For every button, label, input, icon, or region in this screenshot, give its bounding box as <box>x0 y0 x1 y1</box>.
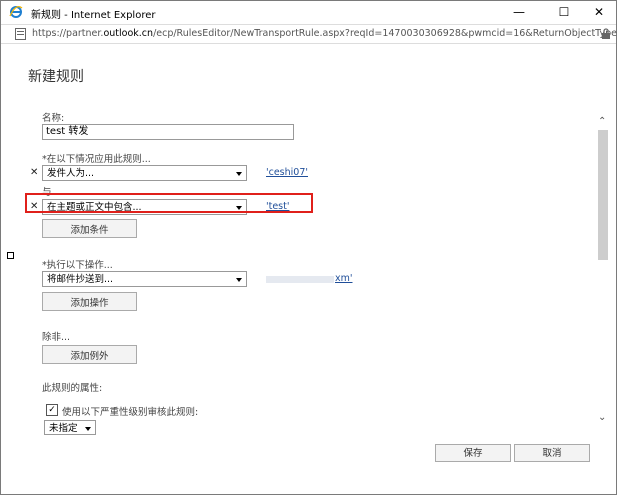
scroll-down-icon[interactable]: ⌄ <box>598 412 606 423</box>
chevron-down-icon <box>236 278 242 282</box>
audit-checkbox[interactable]: ✓ <box>46 404 58 416</box>
name-input[interactable]: test 转发 <box>42 124 294 140</box>
url-path: /ecp/RulesEditor/NewTransportRule.aspx?r… <box>153 28 617 39</box>
minimize-icon[interactable]: — <box>502 1 536 23</box>
apply-label: *在以下情况应用此规则... <box>42 154 151 165</box>
highlight-annotation <box>25 193 313 213</box>
properties-label: 此规则的属性: <box>42 383 103 394</box>
name-label: 名称: <box>42 113 65 124</box>
address-url[interactable]: https://partner.outlook.cn/ecp/RulesEdit… <box>32 28 617 39</box>
condition-1-select-value: 发件人为... <box>47 168 95 179</box>
chevron-down-icon <box>85 427 91 431</box>
maximize-icon[interactable]: ☐ <box>547 1 581 23</box>
url-prefix: https://partner. <box>32 28 104 39</box>
page-title: 新建规则 <box>28 69 84 85</box>
audit-checkbox-label: 使用以下严重性级别审核此规则: <box>62 407 199 418</box>
remove-condition-1-icon[interactable]: ✕ <box>30 167 38 178</box>
cancel-button[interactable]: 取消 <box>514 444 590 462</box>
window-title: 新规则 - Internet Explorer <box>31 10 156 21</box>
ie-logo-icon <box>9 6 23 18</box>
add-exception-button[interactable]: 添加例外 <box>42 345 137 364</box>
url-domain: outlook.cn <box>103 28 154 39</box>
scroll-up-icon[interactable]: ⌃ <box>598 116 606 127</box>
add-action-button[interactable]: 添加操作 <box>42 292 137 311</box>
resize-handle <box>7 252 14 259</box>
action-select-value: 将邮件抄送到... <box>47 274 114 285</box>
condition-1-value-link[interactable]: 'ceshi07' <box>266 167 308 178</box>
address-bar[interactable]: https://partner.outlook.cn/ecp/RulesEdit… <box>1 24 617 44</box>
except-label: 除非... <box>42 332 71 343</box>
page-icon <box>15 28 26 40</box>
condition-1-select[interactable]: 发件人为... <box>42 165 247 181</box>
severity-select[interactable]: 未指定 <box>44 420 96 435</box>
lock-icon <box>602 28 610 39</box>
save-button[interactable]: 保存 <box>435 444 511 462</box>
redacted-recipient <box>266 276 334 283</box>
scrollbar-thumb[interactable] <box>598 130 608 260</box>
add-condition-button[interactable]: 添加条件 <box>42 219 137 238</box>
chevron-down-icon <box>236 172 242 176</box>
close-icon[interactable]: ✕ <box>582 1 616 23</box>
action-select[interactable]: 将邮件抄送到... <box>42 271 247 287</box>
action-label: *执行以下操作... <box>42 260 113 271</box>
severity-select-value: 未指定 <box>49 423 78 434</box>
action-value-link[interactable]: xm' <box>335 273 353 284</box>
title-bar: 新规则 - Internet Explorer — ☐ ✕ <box>1 1 616 23</box>
